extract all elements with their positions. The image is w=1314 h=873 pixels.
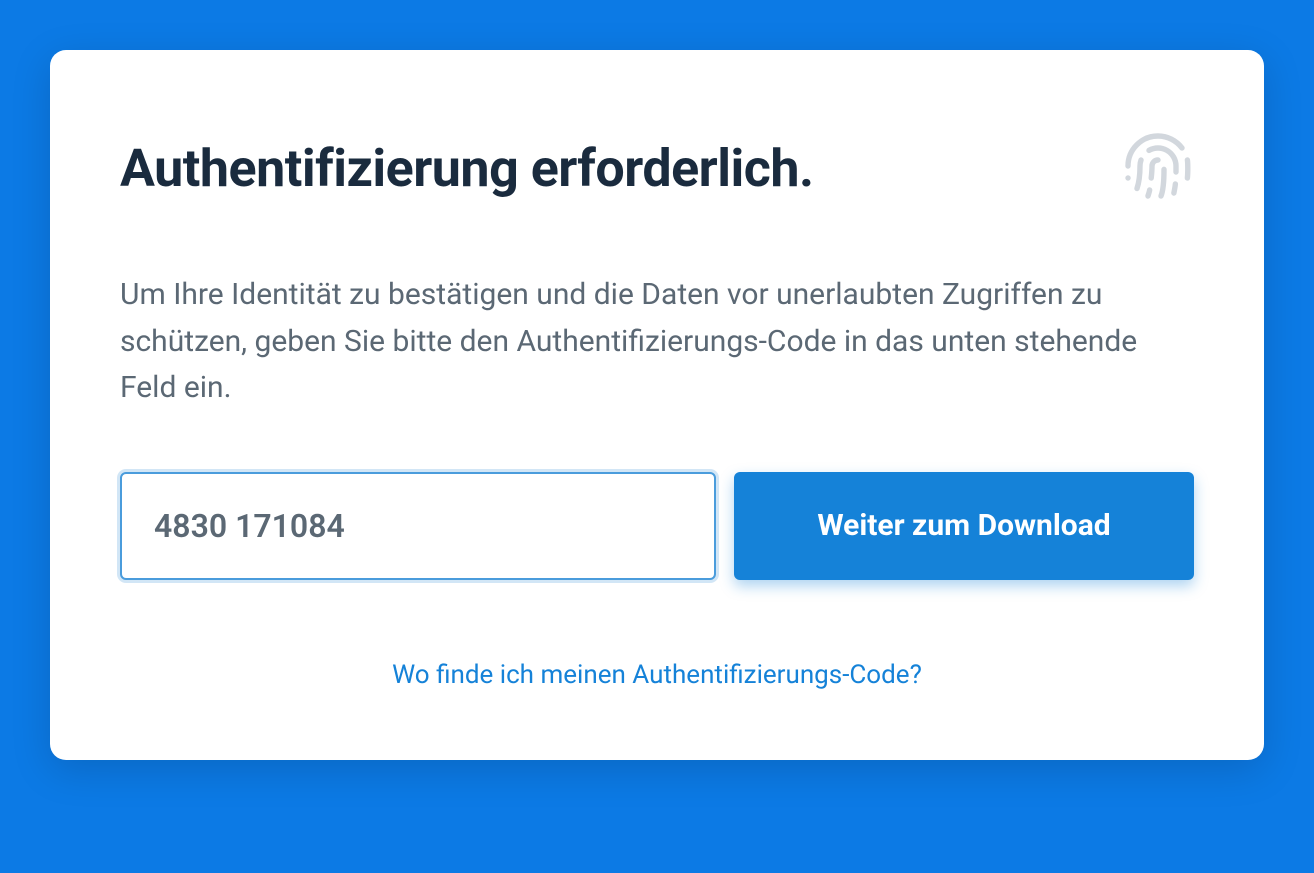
card-title: Authentifizierung erforderlich. — [120, 140, 814, 197]
form-row: Weiter zum Download — [120, 472, 1194, 580]
card-description: Um Ihre Identität zu bestätigen und die … — [120, 272, 1194, 412]
card-header: Authentifizierung erforderlich. — [120, 140, 1194, 202]
help-find-code-link[interactable]: Wo finde ich meinen Authentifizierungs-C… — [120, 660, 1194, 690]
continue-download-button[interactable]: Weiter zum Download — [734, 472, 1194, 580]
fingerprint-icon — [1122, 130, 1194, 202]
auth-code-input[interactable] — [120, 472, 716, 580]
authentication-card: Authentifizierung erforderlich. Um Ihre … — [50, 50, 1264, 760]
